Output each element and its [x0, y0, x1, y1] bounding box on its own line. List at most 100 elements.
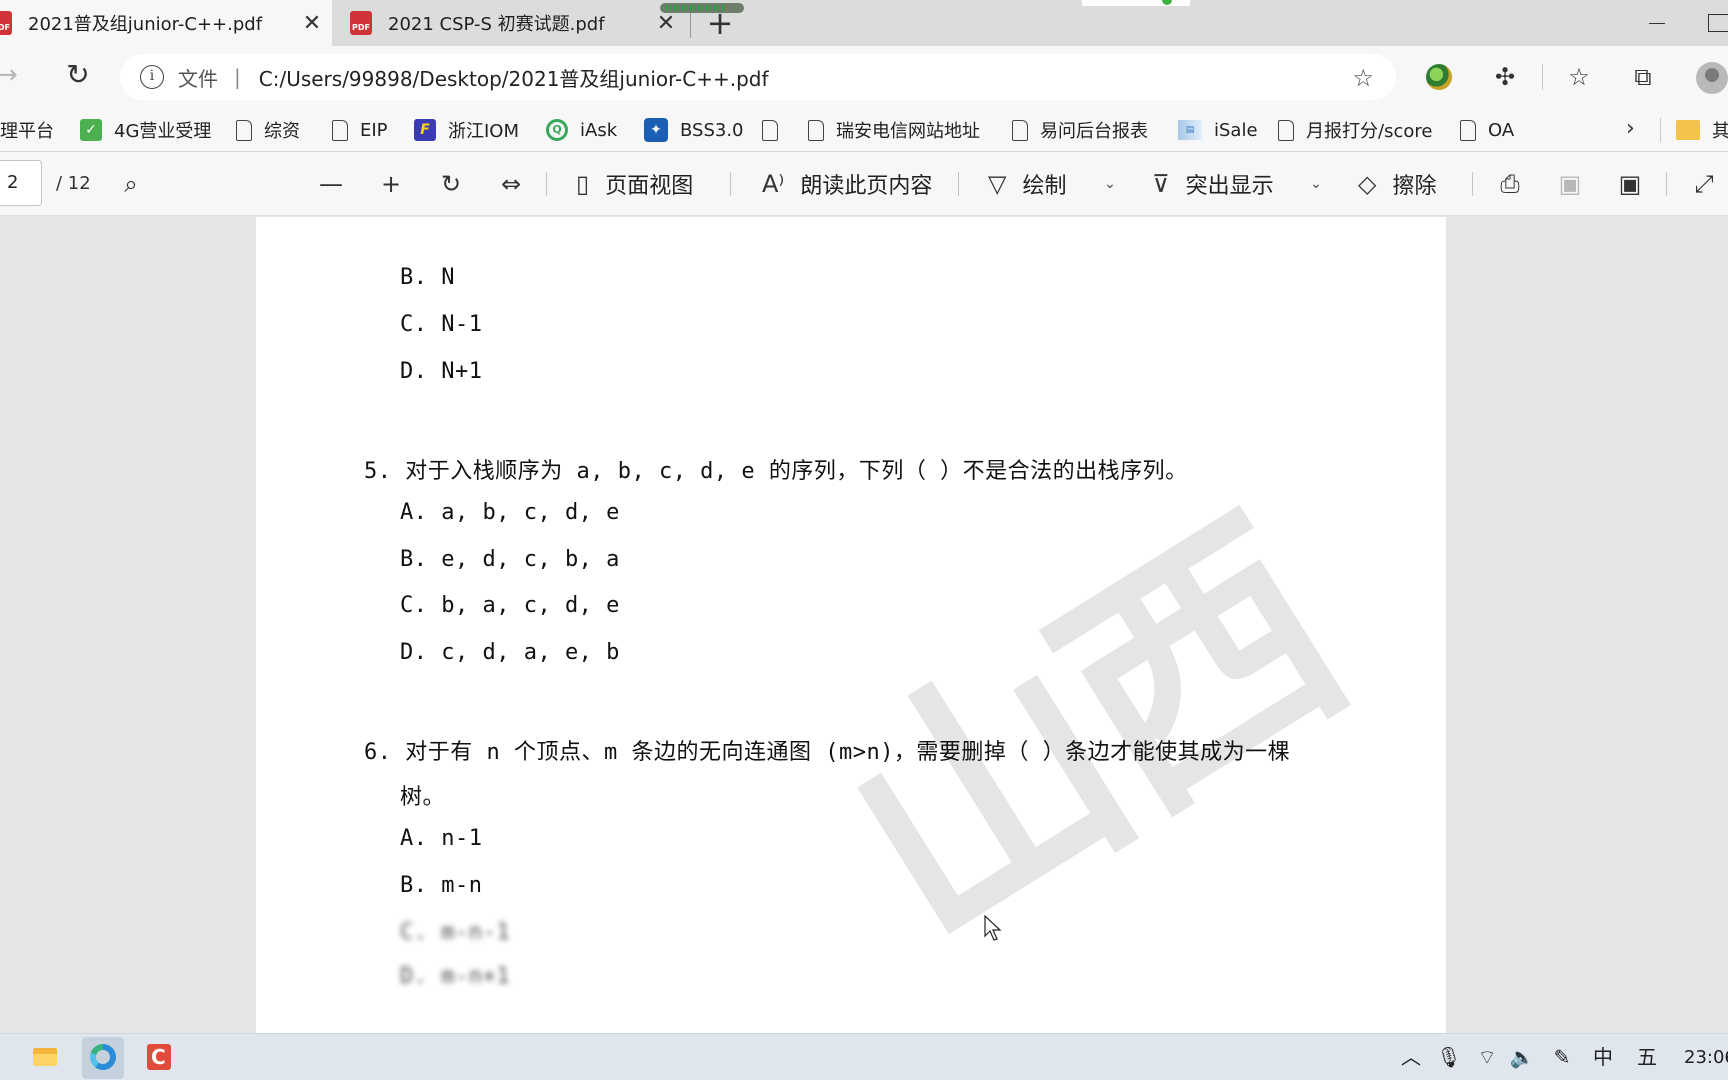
page-view-icon: ▯: [576, 170, 590, 198]
page-view-button[interactable]: ▯ 页面视图: [576, 162, 693, 206]
option-line: B. N: [400, 265, 455, 290]
file-explorer-icon[interactable]: [28, 1040, 64, 1074]
bookmark-item[interactable]: 瑞安电信网站地址: [808, 108, 980, 152]
document-icon: [762, 119, 778, 141]
ime-language-indicator[interactable]: 中: [1588, 1034, 1618, 1080]
chevron-right-icon[interactable]: ›: [1626, 116, 1635, 141]
mouse-cursor-icon: [984, 915, 1002, 941]
refresh-icon[interactable]: ↻: [62, 58, 94, 92]
green-app-icon: ✓: [80, 119, 102, 141]
bookmark-label: 其: [1712, 121, 1728, 142]
bookmark-item[interactable]: 月报打分/score: [1278, 108, 1432, 152]
page-view-label: 页面视图: [605, 174, 694, 199]
red-app-icon[interactable]: [142, 1040, 178, 1074]
pen-icon[interactable]: ✎: [1548, 1034, 1576, 1080]
extensions-icon[interactable]: ✣: [1488, 60, 1522, 94]
new-tab-button[interactable]: +: [700, 6, 740, 42]
option-line: B. e, d, c, b, a: [400, 547, 620, 572]
page-number-input[interactable]: 2: [0, 160, 42, 206]
bookmark-label: iAsk: [580, 119, 618, 141]
rotate-icon[interactable]: ↻: [436, 166, 466, 202]
pdf-file-icon: PDF: [350, 11, 372, 35]
zoom-out-icon[interactable]: —: [316, 166, 346, 202]
bookmark-item[interactable]: ✓ 4G营业受理: [80, 108, 211, 152]
chevron-down-icon[interactable]: ⌄: [1100, 166, 1120, 202]
vpn-globe-icon[interactable]: [1422, 60, 1456, 94]
taskbar: ︿ 🎙 ⌔ 🔈 ✎ 中 五 23:06: [0, 1033, 1728, 1080]
bookmark-item[interactable]: F 浙江IOM: [414, 108, 519, 152]
address-divider: |: [234, 65, 241, 89]
bookmark-item[interactable]: [762, 108, 790, 152]
save-as-icon[interactable]: ▣: [1614, 166, 1646, 202]
option-line: D. N+1: [400, 359, 483, 384]
option-line-blurred: C. m-n-1: [400, 920, 510, 945]
erase-button[interactable]: ◇ 擦除: [1358, 162, 1436, 206]
close-tab-icon[interactable]: ✕: [298, 11, 326, 36]
favorites-icon[interactable]: ☆: [1562, 60, 1596, 94]
toolbar-divider: [730, 172, 731, 196]
highlight-button[interactable]: ⊽ 突出显示: [1152, 162, 1274, 206]
wifi-icon[interactable]: ⌔: [1472, 1034, 1502, 1080]
bookmark-item[interactable]: ✦ BSS3.0: [644, 108, 744, 152]
pdf-file-icon: PDF: [0, 11, 12, 35]
bookmark-folder[interactable]: 其: [1676, 108, 1728, 152]
minimize-button[interactable]: [1640, 8, 1674, 38]
bookmark-label: 瑞安电信网站地址: [836, 121, 980, 142]
volume-icon[interactable]: 🔈: [1508, 1034, 1536, 1080]
bookmark-item[interactable]: 理平台: [0, 108, 54, 152]
chevron-up-icon[interactable]: ︿: [1396, 1034, 1426, 1080]
document-icon: [1012, 119, 1028, 141]
chevron-down-icon[interactable]: ⌄: [1306, 166, 1326, 202]
pdf-viewport[interactable]: 山西 B. N C. N-1 D. N+1 5. 对于入栈顺序为 a, b, c…: [0, 217, 1728, 1033]
bookmark-item[interactable]: ▤ iSale: [1178, 108, 1258, 152]
search-icon[interactable]: ⌕: [116, 166, 146, 202]
clock[interactable]: 23:06: [1684, 1034, 1728, 1080]
bookmark-item[interactable]: 易问后台报表: [1012, 108, 1148, 152]
erase-label: 擦除: [1392, 174, 1437, 199]
read-aloud-label: 朗读此页内容: [800, 174, 933, 199]
iask-icon: Q: [546, 119, 568, 141]
toolbar-divider: [1666, 172, 1667, 196]
add-favorite-icon[interactable]: ☆: [1352, 64, 1374, 92]
info-icon[interactable]: i: [140, 65, 164, 89]
toolbar-divider: [1472, 172, 1473, 196]
forward-icon[interactable]: →: [0, 60, 26, 90]
bookmark-item[interactable]: Q iAsk: [546, 108, 617, 152]
document-icon: [1460, 119, 1476, 141]
microphone-icon[interactable]: 🎙: [1436, 1034, 1462, 1080]
ime-mode-indicator[interactable]: 五: [1632, 1034, 1662, 1080]
close-tab-icon[interactable]: ✕: [652, 11, 680, 36]
iom-icon: F: [414, 119, 436, 141]
collections-icon[interactable]: ⧉: [1626, 60, 1660, 94]
print-icon[interactable]: ⎙: [1494, 166, 1526, 202]
bookmark-item[interactable]: 综资: [236, 108, 300, 152]
bookmark-item[interactable]: OA: [1460, 108, 1514, 152]
bookmark-label: iSale: [1214, 119, 1258, 141]
zoom-in-icon[interactable]: +: [376, 166, 406, 202]
address-bar[interactable]: i 文件 | C:/Users/99898/Desktop/2021普及组jun…: [120, 54, 1396, 100]
document-icon: [236, 119, 252, 141]
bookmark-label: 4G营业受理: [114, 121, 212, 142]
navigation-bar: → ↻ i 文件 | C:/Users/99898/Desktop/2021普及…: [0, 46, 1728, 108]
maximize-button[interactable]: [1708, 14, 1728, 32]
read-aloud-button[interactable]: A⁾ 朗读此页内容: [762, 162, 932, 206]
scheme-label: 文件: [178, 66, 218, 91]
draw-button[interactable]: ▽ 绘制: [988, 162, 1066, 206]
read-aloud-icon: A⁾: [762, 170, 785, 198]
edge-browser-icon[interactable]: [82, 1037, 124, 1079]
bookmark-label: BSS3.0: [680, 119, 744, 141]
profile-avatar[interactable]: [1696, 62, 1728, 94]
document-icon: [1278, 119, 1294, 141]
bookmark-item[interactable]: EIP: [332, 108, 388, 152]
tab-strip: PDF 2021普及组junior-C++.pdf ✕ PDF 2021 CSP…: [0, 0, 1728, 46]
fit-width-icon[interactable]: ⇔: [496, 166, 526, 202]
tab-inactive-pdf[interactable]: PDF 2021 CSP-S 初赛试题.pdf ✕: [346, 0, 686, 46]
url-text[interactable]: C:/Users/99898/Desktop/2021普及组junior-C++…: [259, 63, 769, 92]
option-line: A. a, b, c, d, e: [400, 500, 620, 525]
fullscreen-icon[interactable]: ⤢: [1688, 166, 1720, 202]
watermark: 山西: [798, 474, 1383, 996]
question-text: 5. 对于入栈顺序为 a, b, c, d, e 的序列，下列（ ）不是合法的出…: [364, 459, 1188, 484]
tab-active-pdf[interactable]: PDF 2021普及组junior-C++.pdf ✕: [0, 0, 332, 46]
tab-divider: [690, 12, 691, 38]
option-line: B. m-n: [400, 873, 483, 898]
